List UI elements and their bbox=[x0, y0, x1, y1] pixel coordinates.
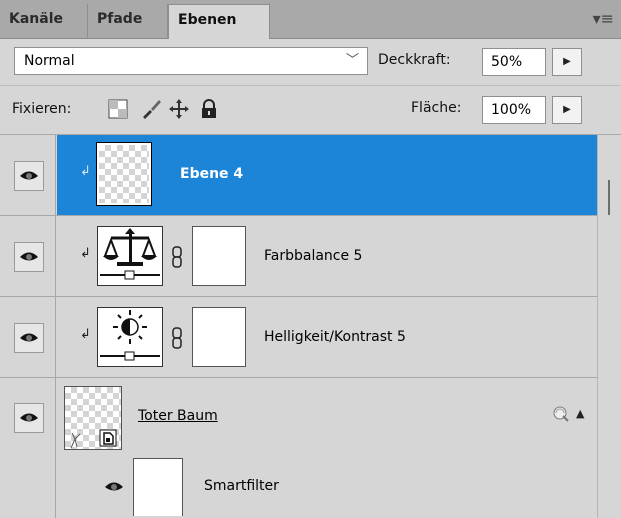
eye-icon bbox=[20, 252, 38, 261]
eye-icon bbox=[20, 333, 38, 342]
panel-menu-icon[interactable]: ▾≡ bbox=[593, 9, 614, 28]
fill-value: 100% bbox=[491, 102, 532, 118]
layer-row[interactable]: ↲ Farbbalance 5 bbox=[0, 216, 597, 297]
fill-input[interactable]: 100% bbox=[482, 96, 546, 124]
visibility-cell[interactable] bbox=[0, 135, 56, 215]
layer-name[interactable]: Toter Baum bbox=[138, 408, 218, 424]
lock-position-icon[interactable] bbox=[168, 98, 190, 120]
fill-slider-button[interactable]: ▶ bbox=[552, 96, 582, 124]
layer-thumbnail bbox=[64, 386, 122, 450]
layer-mask-thumbnail[interactable] bbox=[192, 307, 246, 367]
eye-icon[interactable] bbox=[104, 480, 124, 494]
blend-row: Normal ﹀ Deckkraft: 50% ▶ bbox=[0, 39, 621, 86]
clip-arrow-icon: ↲ bbox=[80, 246, 91, 261]
smartfilter-row[interactable]: Smartfilter bbox=[0, 458, 597, 518]
layer-row[interactable]: Toter Baum ▲ bbox=[0, 378, 597, 518]
lock-all-icon[interactable] bbox=[198, 98, 220, 120]
lock-label: Fixieren: bbox=[12, 101, 72, 117]
color-balance-adjustment-icon bbox=[97, 226, 163, 286]
tab-kanaele[interactable]: Kanäle bbox=[0, 4, 88, 38]
scrollbar-thumb[interactable] bbox=[608, 180, 610, 215]
visibility-toggle[interactable] bbox=[14, 161, 44, 191]
visibility-cell[interactable] bbox=[0, 297, 56, 377]
layer-name[interactable]: Smartfilter bbox=[204, 478, 279, 494]
visibility-cell[interactable] bbox=[0, 216, 56, 296]
blend-mode-value: Normal bbox=[24, 53, 75, 69]
layer-row[interactable]: ↲ Helligkeit/Kontrast 5 bbox=[0, 297, 597, 378]
eye-icon bbox=[20, 413, 38, 422]
opacity-input[interactable]: 50% bbox=[482, 48, 546, 76]
opacity-slider-button[interactable]: ▶ bbox=[552, 48, 582, 76]
layer-row[interactable]: ↲ Ebene 4 bbox=[0, 135, 597, 216]
tab-pfade[interactable]: Pfade bbox=[88, 4, 168, 38]
collapse-triangle-icon[interactable]: ▲ bbox=[576, 407, 584, 420]
visibility-toggle[interactable] bbox=[14, 242, 44, 272]
opacity-value: 50% bbox=[491, 54, 523, 70]
scrollbar[interactable] bbox=[597, 135, 621, 518]
visibility-toggle[interactable] bbox=[14, 403, 44, 433]
layer-thumbnail bbox=[96, 142, 152, 206]
layer-name[interactable]: Helligkeit/Kontrast 5 bbox=[264, 329, 406, 345]
lock-row: Fixieren: Fläche: 100% ▶ bbox=[0, 86, 621, 135]
layer-name[interactable]: Ebene 4 bbox=[180, 166, 243, 182]
tab-bar: Kanäle Pfade Ebenen ▾≡ bbox=[0, 0, 621, 39]
lock-transparency-icon[interactable] bbox=[107, 98, 129, 120]
visibility-toggle[interactable] bbox=[14, 323, 44, 353]
smartfilter-badge-icon bbox=[553, 406, 569, 422]
tree-sketch-icon bbox=[70, 432, 81, 449]
fill-label: Fläche: bbox=[411, 100, 462, 116]
layer-mask-thumbnail[interactable] bbox=[192, 226, 246, 286]
layers-panel: Kanäle Pfade Ebenen ▾≡ Normal ﹀ Deckkraf… bbox=[0, 0, 621, 518]
chevron-down-icon: ﹀ bbox=[345, 53, 359, 68]
clip-arrow-icon: ↲ bbox=[80, 327, 91, 342]
eye-icon bbox=[20, 171, 38, 180]
link-chain-icon[interactable] bbox=[172, 327, 182, 349]
layer-name[interactable]: Farbbalance 5 bbox=[264, 248, 362, 264]
tab-ebenen[interactable]: Ebenen bbox=[168, 4, 270, 39]
clip-arrow-icon: ↲ bbox=[80, 164, 91, 179]
blend-mode-select[interactable]: Normal ﹀ bbox=[14, 47, 368, 75]
layers-list: ↲ Ebene 4 ↲ Farbbalance 5 ↲ Helligkeit/K… bbox=[0, 135, 597, 518]
opacity-label: Deckkraft: bbox=[378, 52, 451, 68]
smart-object-icon bbox=[99, 429, 117, 447]
smartfilter-mask-thumbnail[interactable] bbox=[133, 458, 183, 516]
link-chain-icon[interactable] bbox=[172, 246, 182, 268]
brightness-contrast-adjustment-icon bbox=[97, 307, 163, 367]
lock-pixels-icon[interactable] bbox=[140, 98, 162, 120]
